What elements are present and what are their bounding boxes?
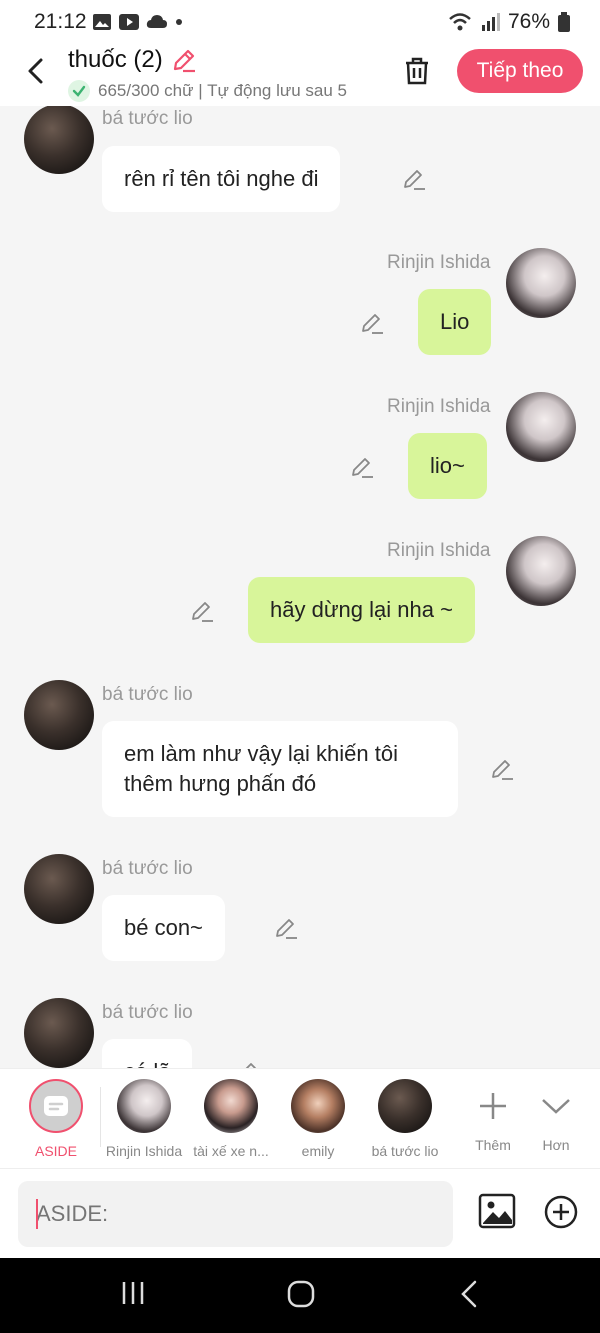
back-nav-icon[interactable]	[458, 1280, 480, 1308]
collapse-label: Hơn	[542, 1137, 570, 1153]
character-avatar	[117, 1079, 171, 1133]
message-bubble[interactable]: bé con~	[102, 895, 225, 961]
battery-percent: 76%	[507, 10, 550, 33]
sender-name: bá tước lio	[102, 1002, 193, 1023]
message-bubble[interactable]: có lẽ	[102, 1039, 193, 1068]
message-bubble[interactable]: em làm như vậy lại khiến tôi thêm hưng p…	[102, 721, 458, 817]
aside-chat-icon	[44, 1096, 68, 1116]
edit-message-icon[interactable]	[350, 454, 374, 478]
sender-name: Rinjin Ishida	[387, 396, 491, 417]
edit-message-icon[interactable]	[236, 1059, 260, 1068]
character-selector: ASIDE Rinjin Ishida tài xế xe n... emily…	[0, 1068, 600, 1168]
message-input[interactable]	[18, 1181, 453, 1247]
home-icon[interactable]	[287, 1280, 315, 1308]
word-count-status: 665/300 chữ | Tự động lưu sau 5	[98, 81, 348, 100]
battery-icon	[558, 12, 570, 32]
collapse-button[interactable]: Hơn	[511, 1079, 600, 1153]
character-label: Rinjin Ishida	[105, 1143, 183, 1159]
avatar[interactable]	[24, 854, 94, 924]
edit-message-icon[interactable]	[190, 598, 214, 622]
message-bubble[interactable]: rên rỉ tên tôi nghe đi	[102, 146, 341, 212]
system-nav-bar	[0, 1258, 600, 1333]
avatar[interactable]	[506, 392, 576, 462]
sender-name: bá tước lio	[102, 858, 193, 879]
chat-area[interactable]: bá tước lio rên rỉ tên tôi nghe đi Rinji…	[0, 106, 600, 1068]
cloud-icon	[146, 15, 167, 28]
avatar[interactable]	[24, 106, 94, 174]
edit-message-icon[interactable]	[360, 310, 384, 334]
edit-title-icon[interactable]	[171, 47, 197, 73]
video-icon	[119, 14, 139, 30]
title-area: thuốc (2) 665/300 chữ | Tự động lưu sau …	[68, 46, 347, 102]
avatar[interactable]	[24, 998, 94, 1068]
edit-message-icon[interactable]	[274, 915, 298, 939]
add-circle-icon[interactable]	[544, 1195, 578, 1229]
wifi-icon	[449, 13, 471, 31]
back-arrow-icon[interactable]	[22, 56, 52, 86]
sender-name: Rinjin Ishida	[387, 540, 491, 561]
notification-icons	[92, 12, 184, 32]
message-bubble[interactable]: lio~	[408, 433, 487, 499]
status-time: 21:12	[34, 10, 87, 33]
sender-name: Rinjin Ishida	[387, 252, 491, 273]
sender-name: bá tước lio	[102, 108, 193, 129]
character-chip[interactable]: Rinjin Ishida	[99, 1079, 189, 1159]
chat-header: thuốc (2) 665/300 chữ | Tự động lưu sau …	[0, 44, 600, 106]
status-bar: 21:12 76%	[0, 0, 600, 44]
text-caret	[36, 1199, 38, 1229]
chevron-down-icon	[542, 1099, 570, 1114]
avatar[interactable]	[24, 680, 94, 750]
dot-icon	[176, 19, 182, 25]
character-label: bá tước lio	[371, 1143, 439, 1159]
message-bubble[interactable]: Lio	[418, 289, 492, 355]
trash-icon[interactable]	[402, 56, 432, 86]
saved-check-icon	[68, 80, 90, 102]
character-label: emily	[301, 1143, 335, 1159]
character-avatar	[378, 1079, 432, 1133]
next-button[interactable]: Tiếp theo	[457, 49, 583, 93]
character-label: ASIDE	[34, 1143, 77, 1159]
page-title: thuốc (2)	[68, 46, 163, 73]
character-aside[interactable]: ASIDE	[11, 1079, 101, 1159]
edit-message-icon[interactable]	[402, 166, 426, 190]
character-avatar	[291, 1079, 345, 1133]
input-bar	[0, 1168, 600, 1258]
character-avatar	[204, 1079, 258, 1133]
character-chip[interactable]: emily	[273, 1079, 363, 1159]
gallery-icon	[93, 14, 111, 30]
avatar[interactable]	[506, 248, 576, 318]
recent-apps-icon[interactable]	[120, 1280, 146, 1306]
signal-icon	[481, 13, 500, 31]
sender-name: bá tước lio	[102, 684, 193, 705]
message-bubble[interactable]: hãy dừng lại nha ~	[248, 577, 475, 643]
character-label: tài xế xe n...	[193, 1143, 269, 1159]
character-chip[interactable]: tài xế xe n...	[186, 1079, 276, 1159]
aside-avatar	[29, 1079, 83, 1133]
character-chip[interactable]: bá tước lio	[360, 1079, 450, 1159]
image-icon[interactable]	[478, 1193, 516, 1229]
avatar[interactable]	[506, 536, 576, 606]
edit-message-icon[interactable]	[490, 756, 514, 780]
